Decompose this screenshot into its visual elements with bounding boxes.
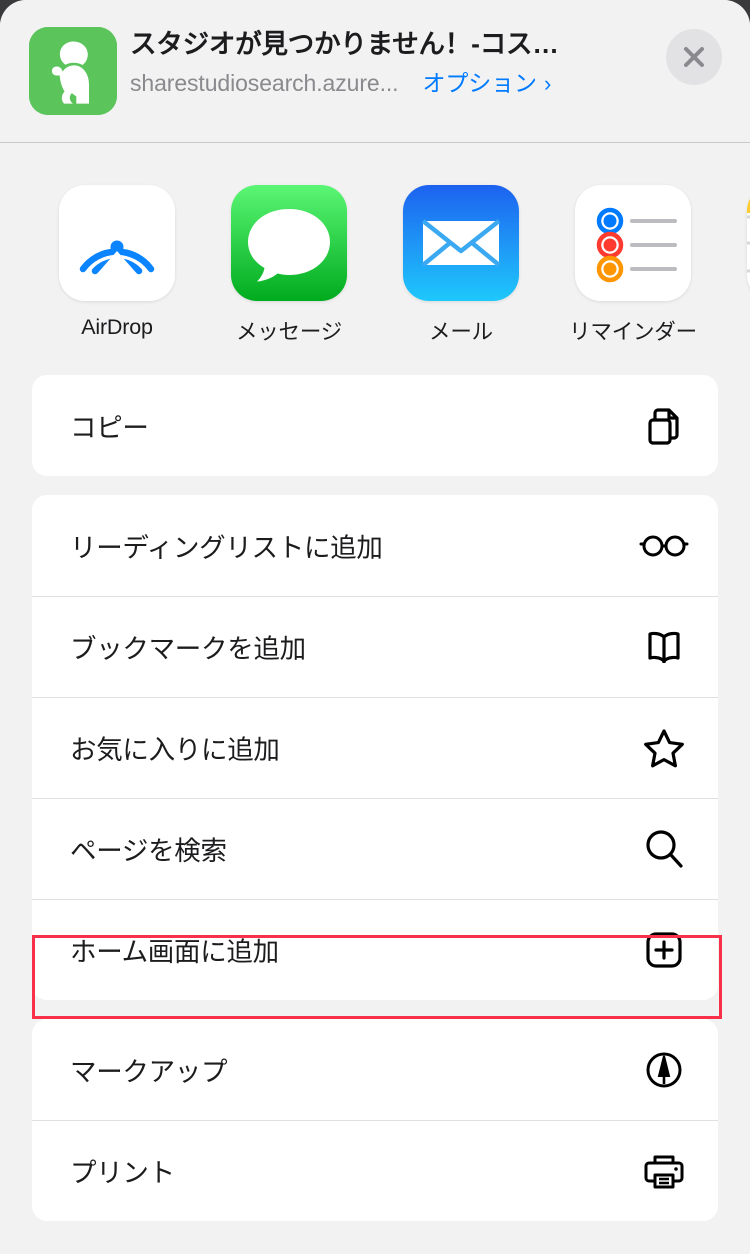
sitting-person-icon — [29, 27, 117, 115]
book-icon — [638, 621, 690, 673]
action-row-find-on-page[interactable]: ページを検索 — [32, 798, 718, 899]
share-target-mail[interactable]: メール — [375, 185, 547, 375]
print-icon — [638, 1145, 690, 1197]
action-label: お気に入りに追加 — [70, 735, 280, 765]
header-subline: sharestudiosearch.azure... オプション › — [130, 69, 660, 98]
add-to-home-icon — [638, 924, 690, 976]
star-icon — [638, 722, 690, 774]
search-icon — [638, 823, 690, 875]
share-target-airdrop[interactable]: AirDrop — [31, 185, 203, 375]
action-label: プリント — [70, 1158, 175, 1188]
action-group-3: マークアップ プリント — [32, 1019, 718, 1221]
action-row-markup[interactable]: マークアップ — [32, 1019, 718, 1120]
share-target-label: リマインダー — [569, 320, 697, 344]
action-group-1: コピー — [32, 375, 718, 476]
share-targets-row[interactable]: AirDrop メッセージ メール リマインダー — [0, 143, 750, 375]
action-label: マークアップ — [70, 1057, 228, 1087]
share-sheet: スタジオが見つかりません！-コス… sharestudiosearch.azur… — [0, 0, 750, 1254]
share-sheet-header: スタジオが見つかりません！-コス… sharestudiosearch.azur… — [0, 0, 750, 143]
action-row-add-to-home-screen[interactable]: ホーム画面に追加 — [32, 899, 718, 1000]
page-title: スタジオが見つかりません！-コス… — [130, 29, 559, 59]
action-row-print[interactable]: プリント — [32, 1120, 718, 1221]
chevron-right-icon[interactable]: › — [544, 70, 551, 98]
copy-icon — [638, 400, 690, 452]
share-target-messages[interactable]: メッセージ — [203, 185, 375, 375]
glasses-icon — [638, 520, 690, 572]
action-lists: コピー リーディングリストに追加 ブックマークを追加 お気に入りに追加 ページを… — [0, 375, 750, 1221]
action-label: ページを検索 — [70, 836, 227, 866]
share-target-reminders[interactable]: リマインダー — [547, 185, 719, 375]
action-label: ホーム画面に追加 — [70, 937, 279, 967]
close-icon — [684, 47, 704, 67]
action-label: リーディングリストに追加 — [70, 533, 383, 563]
share-target-label: AirDrop — [81, 315, 153, 339]
options-button[interactable]: オプション — [422, 69, 537, 97]
airdrop-icon — [59, 185, 175, 301]
action-label: ブックマークを追加 — [70, 634, 306, 664]
share-target-label: メッセージ — [235, 320, 343, 344]
header-text-block: スタジオが見つかりません！-コス… sharestudiosearch.azur… — [130, 27, 660, 115]
share-target-label: メール — [429, 320, 493, 344]
action-row-copy[interactable]: コピー — [32, 375, 718, 476]
action-row-add-favorite[interactable]: お気に入りに追加 — [32, 697, 718, 798]
action-row-add-bookmark[interactable]: ブックマークを追加 — [32, 596, 718, 697]
action-group-2: リーディングリストに追加 ブックマークを追加 お気に入りに追加 ページを検索 ホ… — [32, 495, 718, 1000]
share-target-notes[interactable] — [719, 185, 750, 375]
reminders-icon — [575, 185, 691, 301]
page-url: sharestudiosearch.azure... — [130, 70, 399, 96]
action-label: コピー — [70, 413, 149, 443]
messages-icon — [231, 185, 347, 301]
action-row-add-to-reading-list[interactable]: リーディングリストに追加 — [32, 495, 718, 596]
markup-icon — [638, 1044, 690, 1096]
mail-icon — [403, 185, 519, 301]
close-button[interactable] — [666, 29, 722, 85]
